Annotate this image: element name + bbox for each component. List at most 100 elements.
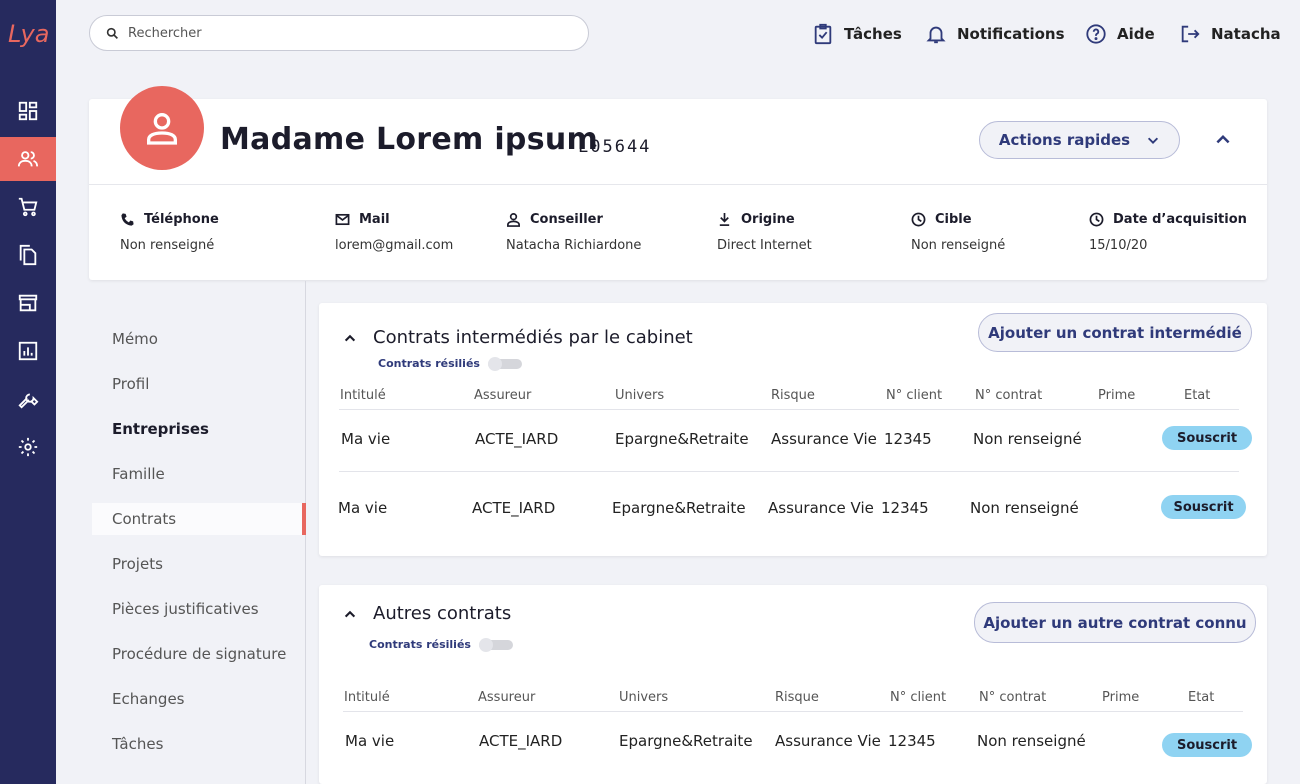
toggle-label: Contrats résiliés [369, 638, 471, 651]
nav-tools[interactable] [0, 377, 56, 421]
column-header[interactable]: N° contrat [975, 388, 1042, 403]
cart-icon [18, 197, 38, 217]
cell-univers: Epargne&Retraite [615, 430, 749, 448]
cell-univers: Epargne&Retraite [619, 732, 753, 750]
lya-logo[interactable]: Lya [6, 14, 52, 50]
info-phone: Téléphone Non renseigné [120, 211, 219, 254]
status-badge: Souscrit [1162, 733, 1252, 757]
clock-icon [911, 212, 926, 226]
chart-icon [18, 341, 38, 361]
bell-icon [926, 26, 946, 44]
menu-item-memo[interactable]: Mémo [92, 323, 306, 355]
cell-risque: Assurance Vie [771, 430, 877, 448]
info-label-acquisition: Date d’acquisition [1113, 211, 1247, 227]
help-link[interactable]: Aide [1085, 20, 1155, 48]
gear-icon [18, 437, 38, 457]
avatar [120, 86, 204, 170]
section-header-intermediated[interactable]: Contrats intermédiés par le cabinet [343, 327, 693, 348]
nav-settings[interactable] [0, 425, 56, 469]
terminated-toggle[interactable] [478, 637, 513, 652]
section-title: Autres contrats [373, 603, 512, 624]
column-header[interactable]: Assureur [474, 388, 531, 403]
column-header[interactable]: Etat [1188, 690, 1214, 705]
menu-item-pieces[interactable]: Pièces justificatives [92, 593, 306, 625]
menu-item-famille[interactable]: Famille [92, 458, 306, 490]
search-bar[interactable] [89, 15, 589, 51]
column-header[interactable]: Risque [775, 690, 819, 705]
nav-store[interactable] [0, 281, 56, 325]
info-value-advisor: Natacha Richiardone [506, 238, 642, 253]
dashboard-icon [18, 101, 38, 121]
section-header-other[interactable]: Autres contrats [343, 603, 511, 624]
tasks-link[interactable]: Tâches [812, 20, 902, 48]
chevron-up-icon [344, 610, 356, 617]
add-other-contract-button[interactable]: Ajouter un autre contrat connu [974, 602, 1256, 643]
menu-item-profil[interactable]: Profil [92, 368, 306, 400]
cell-contrat: Non renseigné [973, 430, 1082, 448]
column-header[interactable]: N° client [886, 388, 942, 403]
menu-item-entreprises[interactable]: Entreprises [92, 413, 306, 445]
cell-assureur: ACTE_IARD [472, 499, 556, 517]
client-reference: L05644 [578, 137, 652, 157]
info-label-advisor: Conseiller [530, 211, 603, 227]
info-label-target: Cible [935, 211, 972, 227]
column-header[interactable]: Assureur [478, 690, 535, 705]
client-name: Madame Lorem ipsum [220, 122, 599, 157]
column-header[interactable]: Prime [1102, 690, 1139, 705]
nav-dashboard[interactable] [0, 89, 56, 133]
info-advisor: Conseiller Natacha Richiardone [506, 211, 642, 254]
menu-item-projets[interactable]: Projets [92, 548, 306, 580]
cell-univers: Epargne&Retraite [612, 499, 746, 517]
column-header[interactable]: Risque [771, 388, 815, 403]
column-header[interactable]: Intitulé [340, 388, 386, 403]
person-icon [507, 212, 520, 227]
terminated-toggle-row: Contrats résiliés [378, 356, 522, 371]
help-icon [1086, 24, 1106, 44]
help-label: Aide [1117, 25, 1155, 43]
info-mail: Mail lorem@gmail.com [335, 211, 454, 254]
cell-client: 12345 [888, 732, 936, 750]
info-value-mail: lorem@gmail.com [335, 238, 454, 253]
column-header[interactable]: Univers [619, 690, 668, 705]
sidebar: Lya [0, 0, 56, 784]
info-label-origin: Origine [741, 211, 795, 227]
cell-client: 12345 [881, 499, 929, 517]
header-divider [343, 711, 1243, 712]
nav-documents[interactable] [0, 233, 56, 277]
cell-assureur: ACTE_IARD [475, 430, 559, 448]
info-acquisition: Date d’acquisition 15/10/20 [1089, 211, 1247, 254]
quick-actions-label: Actions rapides [998, 131, 1131, 149]
info-value-origin: Direct Internet [717, 238, 812, 253]
column-header[interactable]: Etat [1184, 388, 1210, 403]
column-header[interactable]: N° contrat [979, 690, 1046, 705]
nav-chart[interactable] [0, 329, 56, 373]
notifications-link[interactable]: Notifications [925, 20, 1065, 48]
quick-actions-button[interactable]: Actions rapides [979, 121, 1180, 159]
chevron-up-icon[interactable] [1214, 130, 1232, 148]
search-icon [106, 27, 118, 39]
chevron-down-icon [1148, 137, 1159, 144]
search-input[interactable] [128, 25, 568, 41]
download-icon [719, 212, 730, 226]
menu-item-contrats[interactable]: Contrats [92, 503, 306, 535]
status-badge: Souscrit [1162, 426, 1252, 450]
nav-cart[interactable] [0, 185, 56, 229]
menu-item-taches[interactable]: Tâches [92, 728, 306, 760]
header-divider [89, 184, 1267, 185]
clients-icon [17, 151, 39, 167]
column-header[interactable]: Intitulé [344, 690, 390, 705]
column-header[interactable]: Univers [615, 388, 664, 403]
column-header[interactable]: N° client [890, 690, 946, 705]
cell-contrat: Non renseigné [977, 732, 1086, 750]
menu-item-signature[interactable]: Procédure de signature [92, 638, 306, 670]
cell-assureur: ACTE_IARD [479, 732, 563, 750]
terminated-toggle[interactable] [487, 356, 522, 371]
cell-risque: Assurance Vie [768, 499, 874, 517]
nav-clients[interactable] [0, 137, 56, 181]
column-header[interactable]: Prime [1098, 388, 1135, 403]
terminated-toggle-row: Contrats résiliés [369, 637, 513, 652]
user-name: Natacha [1211, 25, 1281, 43]
menu-item-echanges[interactable]: Echanges [92, 683, 306, 715]
user-menu[interactable]: Natacha [1179, 20, 1281, 48]
add-intermediated-contract-button[interactable]: Ajouter un contrat intermédié [978, 313, 1252, 352]
